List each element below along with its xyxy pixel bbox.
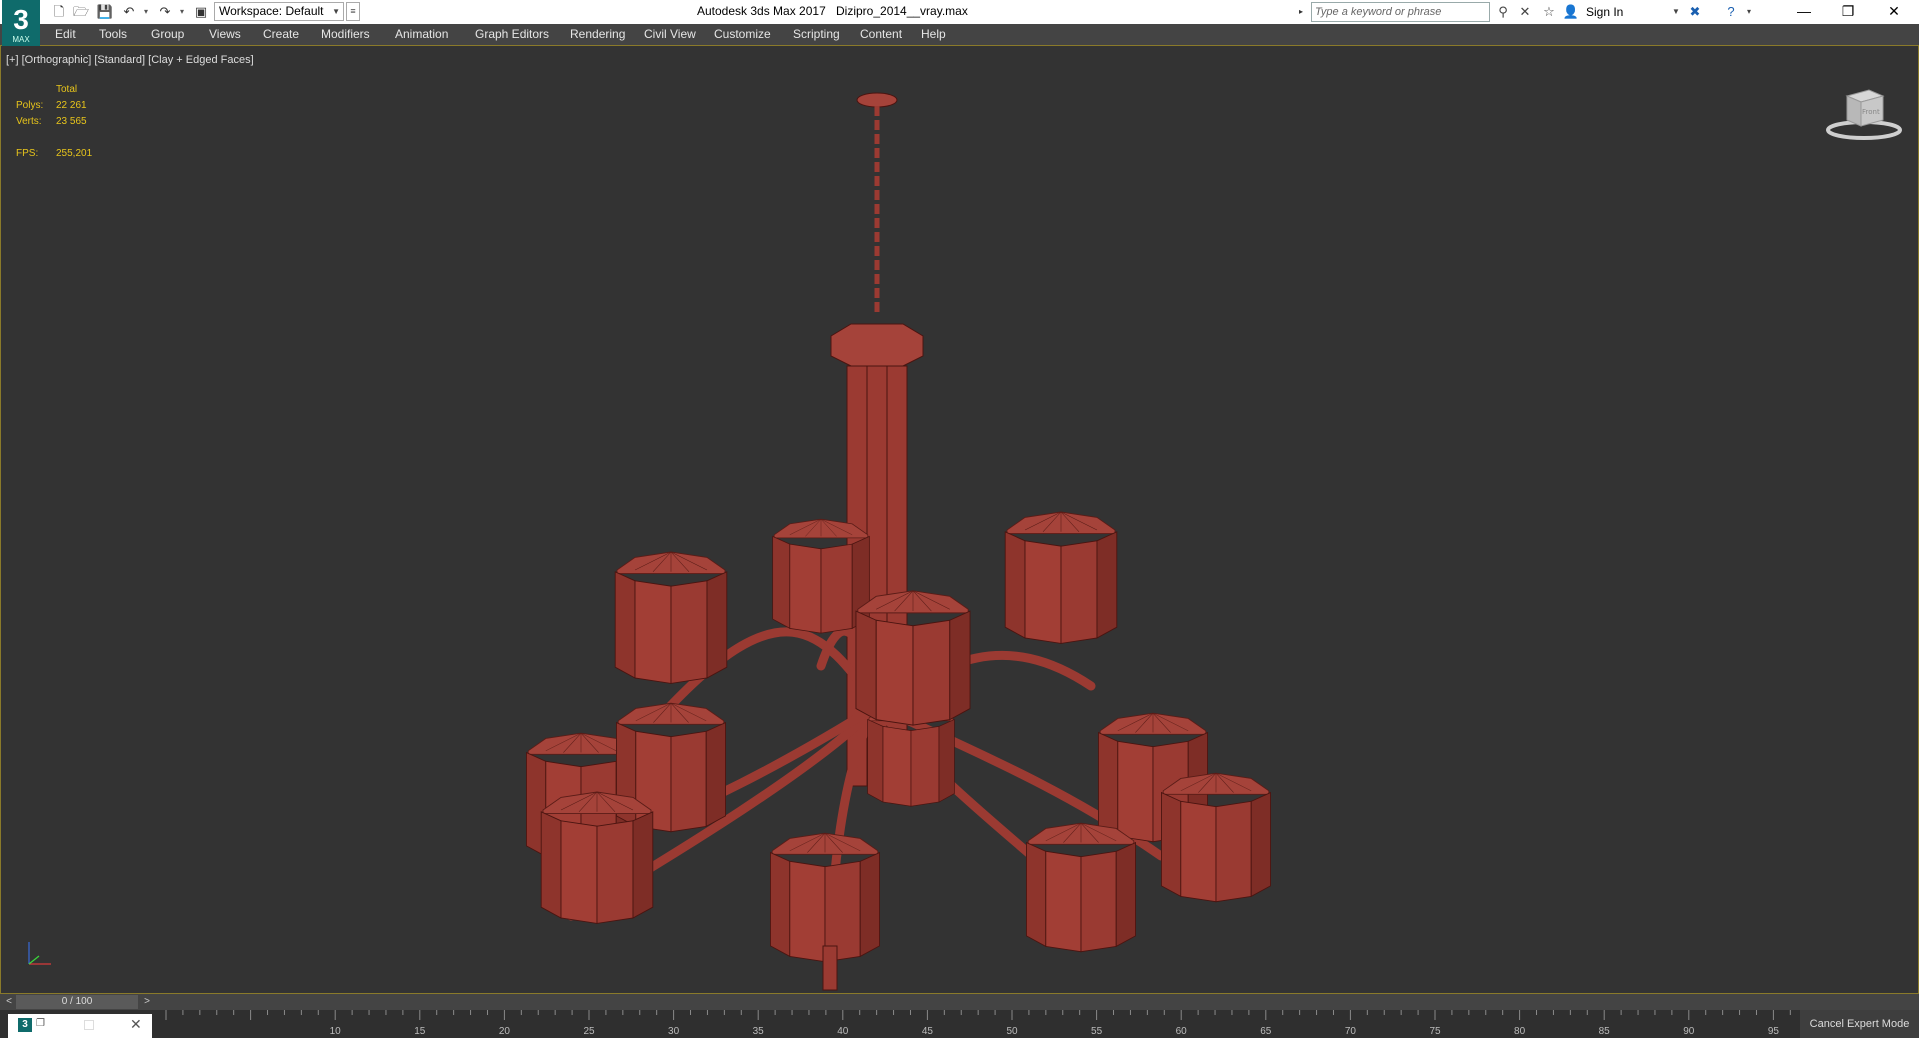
help-dropdown-icon[interactable]: ▾ — [1740, 3, 1758, 21]
timeline-tick-label: 70 — [1345, 1026, 1357, 1037]
new-file-icon[interactable]: 🗋 — [50, 3, 68, 21]
viewcube-face-label: Front — [1862, 108, 1880, 116]
undo-icon[interactable]: ↶ — [120, 3, 138, 21]
undo-dropdown-icon[interactable]: ▾ — [142, 3, 150, 21]
search-input[interactable]: Type a keyword or phrase — [1311, 2, 1490, 22]
menu-edit[interactable]: Edit — [55, 27, 76, 41]
frame-box-icon[interactable] — [84, 1020, 94, 1030]
communication-center-icon[interactable]: ✕ — [1516, 3, 1534, 21]
perspective-viewport[interactable]: [+] [Orthographic] [Standard] [Clay + Ed… — [0, 46, 1919, 994]
timeline-tick-label: 95 — [1768, 1026, 1780, 1037]
user-icon[interactable]: 👤 — [1562, 3, 1580, 21]
track-bar: 3 ❐ ✕ 10 15 20 25 30 35 40 45 50 55 60 65 70 75 80 85 90… — [0, 1010, 1800, 1038]
menu-modifiers[interactable]: Modifiers — [321, 27, 370, 41]
chandelier-model[interactable] — [441, 66, 1321, 1026]
stats-verts-value: 23 565 — [56, 116, 87, 127]
app-title: Autodesk 3ds Max 2017 — [697, 4, 826, 18]
menu-rendering[interactable]: Rendering — [570, 27, 625, 41]
timeline-tick-label: 50 — [1006, 1026, 1018, 1037]
stats-polys-value: 22 261 — [56, 100, 87, 111]
app-mini-logo-icon: 3 — [18, 1018, 32, 1032]
stats-verts-label: Verts: — [16, 116, 42, 127]
menu-tools[interactable]: Tools — [99, 27, 127, 41]
open-file-icon[interactable]: 🗁 — [72, 3, 90, 21]
timeline-ruler[interactable]: 101520253035404550556065707580859095100 — [154, 1010, 1800, 1038]
timeline-tick-label: 85 — [1599, 1026, 1611, 1037]
time-slider-bar: < 0 / 100 > — [0, 994, 1919, 1010]
timeline-tick-label: 60 — [1176, 1026, 1188, 1037]
viewcube-icon[interactable]: Front — [1825, 82, 1903, 142]
close-button[interactable]: ✕ — [1872, 0, 1916, 24]
timeline-tick-label: 90 — [1683, 1026, 1695, 1037]
menu-civil-view[interactable]: Civil View — [644, 27, 696, 41]
timeline-tick-label: 40 — [837, 1026, 849, 1037]
chevron-down-icon: ▼ — [332, 7, 340, 16]
timeline-tick-label: 25 — [583, 1026, 595, 1037]
workspace-select[interactable]: Workspace: Default ▼ — [214, 2, 344, 21]
menu-animation[interactable]: Animation — [395, 27, 448, 41]
timeline-tick-label: 80 — [1514, 1026, 1526, 1037]
timeline-tick-label: 55 — [1091, 1026, 1103, 1037]
project-folder-icon[interactable]: ▣ — [192, 3, 210, 21]
cancel-expert-mode-button[interactable]: Cancel Expert Mode — [1800, 1010, 1919, 1038]
menu-content[interactable]: Content — [860, 27, 902, 41]
timeline-tick-label: 20 — [499, 1026, 511, 1037]
timeline-tick-label: 65 — [1260, 1026, 1272, 1037]
restore-button[interactable]: ❐ — [1826, 0, 1870, 24]
menu-scripting[interactable]: Scripting — [793, 27, 840, 41]
menu-help[interactable]: Help — [921, 27, 946, 41]
next-frame-button[interactable]: > — [140, 994, 154, 1010]
axis-tripod-icon — [28, 942, 51, 965]
previous-frame-button[interactable]: < — [2, 994, 16, 1010]
redo-icon[interactable]: ↷ — [156, 3, 174, 21]
document-title: Dizipro_2014__vray.max — [836, 4, 968, 18]
binoculars-icon[interactable]: ⚲ — [1494, 3, 1512, 21]
timeline-tick-label: 10 — [330, 1026, 342, 1037]
stats-polys-label: Polys: — [16, 100, 44, 111]
exchange-apps-icon[interactable]: ✖ — [1686, 3, 1704, 21]
menu-graph-editors[interactable]: Graph Editors — [475, 27, 549, 41]
app-logo-icon[interactable]: 3 MAX — [2, 0, 40, 46]
title-bar: 3 MAX 🗋 🗁 💾 ↶ ▾ ↷ ▾ ▣ Workspace: Default ▼… — [0, 0, 1919, 46]
timeline-tick-label: 75 — [1429, 1026, 1441, 1037]
search-expand-icon[interactable]: ▸ — [1299, 3, 1309, 21]
mini-curve-editor-tab[interactable]: 3 ❐ ✕ — [8, 1014, 152, 1038]
menu-group[interactable]: Group — [151, 27, 184, 41]
menu-create[interactable]: Create — [263, 27, 299, 41]
favorites-star-icon[interactable]: ☆ — [1540, 3, 1558, 21]
timeline-tick-label: 15 — [414, 1026, 426, 1037]
stats-fps-label: FPS: — [16, 148, 39, 159]
help-icon[interactable]: ? — [1722, 3, 1740, 21]
stats-header: Total — [56, 84, 78, 95]
viewport-label[interactable]: [+] [Orthographic] [Standard] [Clay + Ed… — [6, 54, 254, 66]
timeline-tick-label: 30 — [668, 1026, 680, 1037]
timeline-tick-label: 45 — [922, 1026, 934, 1037]
save-file-icon[interactable]: 💾 — [96, 3, 114, 21]
redo-dropdown-icon[interactable]: ▾ — [178, 3, 186, 21]
minimize-button[interactable]: — — [1782, 0, 1826, 24]
close-icon[interactable]: ✕ — [130, 1016, 142, 1033]
menu-bar: Edit Tools Group Views Create Modifiers … — [0, 24, 1919, 46]
sign-in-link[interactable]: Sign In — [1586, 3, 1623, 21]
quick-access-customize-icon[interactable]: ≡ — [346, 2, 360, 21]
timeline-tick-label: 35 — [753, 1026, 765, 1037]
menu-customize[interactable]: Customize — [714, 27, 771, 41]
chevron-down-icon[interactable]: ▼ — [1672, 3, 1680, 21]
restore-icon[interactable]: ❐ — [36, 1018, 45, 1029]
stats-fps-value: 255,201 — [56, 148, 93, 159]
menu-views[interactable]: Views — [209, 27, 241, 41]
time-slider[interactable]: 0 / 100 — [16, 995, 138, 1009]
